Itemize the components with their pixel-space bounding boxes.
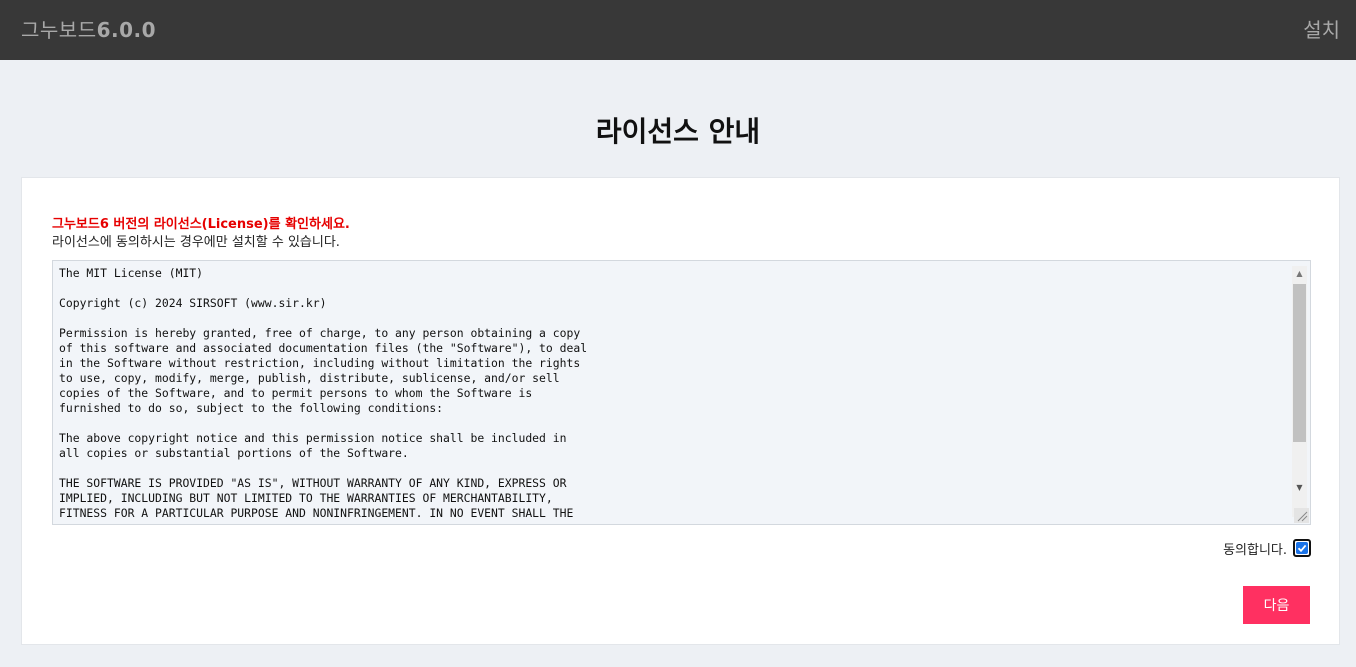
scroll-thumb[interactable]: [1293, 284, 1306, 442]
next-button[interactable]: 다음: [1243, 586, 1310, 624]
agree-row: 동의합니다.: [1223, 538, 1311, 558]
license-scrollbar[interactable]: ▲ ▼: [1292, 266, 1307, 517]
license-notice-sub: 라이선스에 동의하시는 경우에만 설치할 수 있습니다.: [52, 235, 340, 250]
license-notice-headline: 그누보드6 버전의 라이선스(License)를 확인하세요.: [52, 217, 350, 232]
agree-checkbox[interactable]: [1293, 539, 1311, 557]
resize-grip-icon[interactable]: [1294, 508, 1309, 523]
checkmark-icon: [1296, 542, 1308, 554]
page-title: 라이선스 안내: [595, 115, 761, 148]
scroll-down-arrow-icon[interactable]: ▼: [1292, 480, 1307, 496]
license-textarea[interactable]: The MIT License (MIT) Copyright (c) 2024…: [52, 260, 1311, 525]
brand-logo[interactable]: 그누보드6.0.0: [21, 14, 156, 43]
brand-version: 6.0.0: [96, 18, 157, 42]
scroll-up-arrow-icon[interactable]: ▲: [1292, 266, 1307, 282]
brand-name: 그누보드: [21, 18, 97, 42]
top-navbar: 그누보드6.0.0 설치: [0, 0, 1356, 60]
install-label: 설치: [1303, 18, 1340, 42]
license-card: 그누보드6 버전의 라이선스(License)를 확인하세요. 라이선스에 동의…: [21, 177, 1340, 645]
license-text: The MIT License (MIT) Copyright (c) 2024…: [59, 266, 588, 520]
agree-label: 동의합니다.: [1223, 542, 1287, 558]
